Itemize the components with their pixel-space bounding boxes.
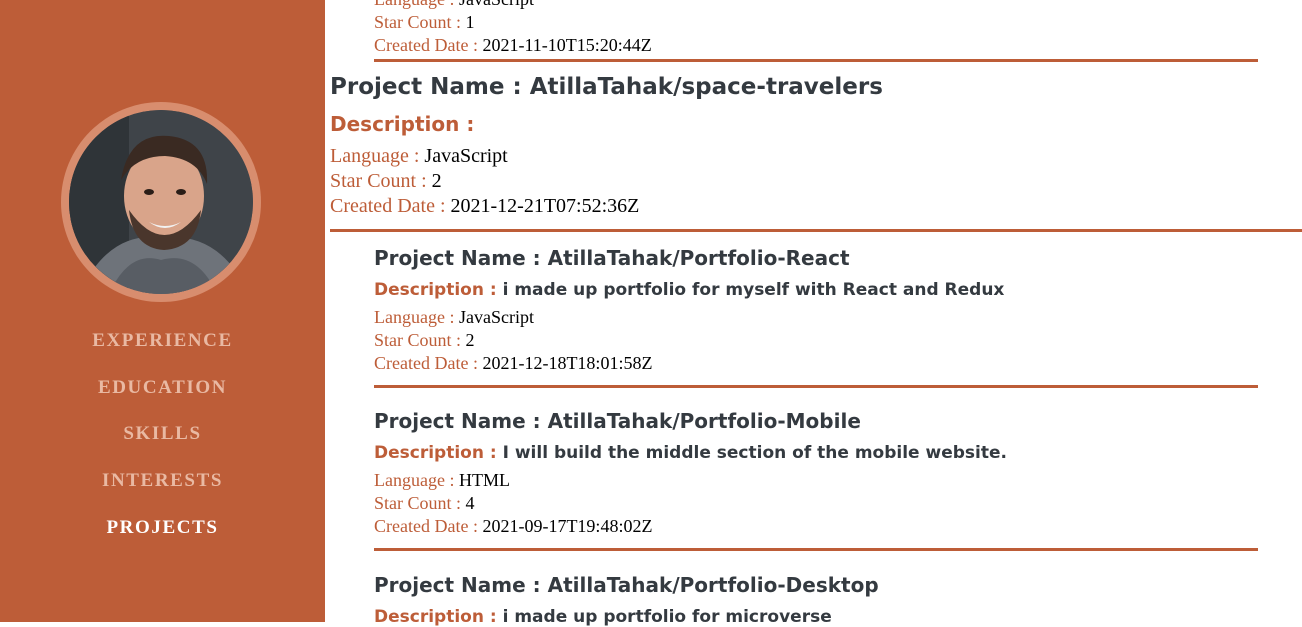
star-count-label: Star Count : xyxy=(330,170,427,192)
description-value: I will build the middle section of the m… xyxy=(502,443,1007,463)
project-card: Project Name : AtillaTahak/Portfolio-Rea… xyxy=(374,246,1004,375)
language-label: Language : xyxy=(374,470,455,490)
project-description: Description : i made up portfolio for mi… xyxy=(374,607,879,627)
divider xyxy=(374,385,1258,388)
project-name-label: Project Name : xyxy=(374,409,541,433)
nav-item-education[interactable]: EDUCATION xyxy=(0,377,325,399)
project-name-label: Project Name : xyxy=(330,74,522,100)
nav-item-skills[interactable]: SKILLS xyxy=(0,423,325,445)
project-created: Created Date : 2021-12-21T07:52:36Z xyxy=(330,194,883,219)
language-value: JavaScript xyxy=(424,145,508,167)
project-name-value: AtillaTahak/Portfolio-Desktop xyxy=(547,573,879,597)
language-value: JavaScript xyxy=(459,0,534,9)
language-value: JavaScript xyxy=(458,307,534,327)
divider xyxy=(374,548,1258,551)
project-language: Language : JavaScript xyxy=(330,144,883,169)
project-name-value: AtillaTahak/space-travelers xyxy=(529,74,883,100)
project-card: Project Name : AtillaTahak/space-travele… xyxy=(330,74,883,219)
avatar-ring xyxy=(61,102,261,302)
description-value: i made up portfolio for myself with Reac… xyxy=(502,280,1005,300)
project-stars: Star Count : 1 xyxy=(374,11,652,34)
created-date-label: Created Date : xyxy=(374,353,478,373)
project-stars: Star Count : 4 xyxy=(374,492,1007,515)
project-name: Project Name : AtillaTahak/space-travele… xyxy=(330,74,883,100)
project-name-value: AtillaTahak/Portfolio-Mobile xyxy=(547,409,861,433)
project-language: Language : HTML xyxy=(374,469,1007,492)
divider xyxy=(374,59,1258,62)
sidebar: EXPERIENCE EDUCATION SKILLS INTERESTS PR… xyxy=(0,0,325,622)
description-label: Description : xyxy=(374,280,497,300)
project-name: Project Name : AtillaTahak/Portfolio-Des… xyxy=(374,573,879,597)
project-name-value: AtillaTahak/Portfolio-React xyxy=(547,246,850,270)
project-description: Description : xyxy=(330,112,883,136)
nav-item-experience[interactable]: EXPERIENCE xyxy=(0,330,325,352)
project-card: Project Name : AtillaTahak/Portfolio-Des… xyxy=(374,573,879,627)
project-stars: Star Count : 2 xyxy=(374,329,1004,352)
created-date-value: 2021-11-10T15:20:44Z xyxy=(482,35,652,55)
project-created: Created Date : 2021-12-18T18:01:58Z xyxy=(374,352,1004,375)
created-date-value: 2021-12-18T18:01:58Z xyxy=(482,353,653,373)
project-language: Language : JavaScript xyxy=(374,306,1004,329)
avatar-photo xyxy=(69,110,253,294)
divider xyxy=(330,229,1302,232)
project-language: Language : JavaScript xyxy=(374,0,652,11)
projects-section: Language : JavaScript Star Count : 1 Cre… xyxy=(325,0,1302,627)
language-value: HTML xyxy=(458,470,510,490)
project-card: Project Name : AtillaTahak/Portfolio-Mob… xyxy=(374,409,1007,538)
avatar xyxy=(69,110,253,294)
created-date-label: Created Date : xyxy=(374,35,478,55)
project-description: Description : I will build the middle se… xyxy=(374,443,1007,463)
project-description: Description : i made up portfolio for my… xyxy=(374,280,1004,300)
created-date-label: Created Date : xyxy=(374,516,478,536)
star-count-label: Star Count : xyxy=(374,493,462,513)
star-count-label: Star Count : xyxy=(374,12,462,32)
description-label: Description : xyxy=(330,112,475,136)
star-count-label: Star Count : xyxy=(374,330,462,350)
language-label: Language : xyxy=(374,0,454,9)
project-name: Project Name : AtillaTahak/Portfolio-Mob… xyxy=(374,409,1007,433)
star-count-value: 1 xyxy=(465,12,475,32)
language-label: Language : xyxy=(330,145,420,167)
description-label: Description : xyxy=(374,443,497,463)
project-card: Language : JavaScript Star Count : 1 Cre… xyxy=(374,0,652,57)
project-name-label: Project Name : xyxy=(374,573,541,597)
star-count-value: 4 xyxy=(465,493,475,513)
created-date-value: 2021-09-17T19:48:02Z xyxy=(482,516,653,536)
project-name: Project Name : AtillaTahak/Portfolio-Rea… xyxy=(374,246,1004,270)
project-created: Created Date : 2021-11-10T15:20:44Z xyxy=(374,34,652,57)
nav-item-projects[interactable]: PROJECTS xyxy=(0,517,325,539)
description-value: i made up portfolio for microverse xyxy=(502,607,832,627)
nav-item-interests[interactable]: INTERESTS xyxy=(0,470,325,492)
project-created: Created Date : 2021-09-17T19:48:02Z xyxy=(374,515,1007,538)
language-label: Language : xyxy=(374,307,455,327)
star-count-value: 2 xyxy=(431,170,442,192)
project-name-label: Project Name : xyxy=(374,246,541,270)
description-label: Description : xyxy=(374,607,497,627)
created-date-value: 2021-12-21T07:52:36Z xyxy=(450,195,640,217)
project-stars: Star Count : 2 xyxy=(330,169,883,194)
star-count-value: 2 xyxy=(465,330,475,350)
created-date-label: Created Date : xyxy=(330,195,446,217)
